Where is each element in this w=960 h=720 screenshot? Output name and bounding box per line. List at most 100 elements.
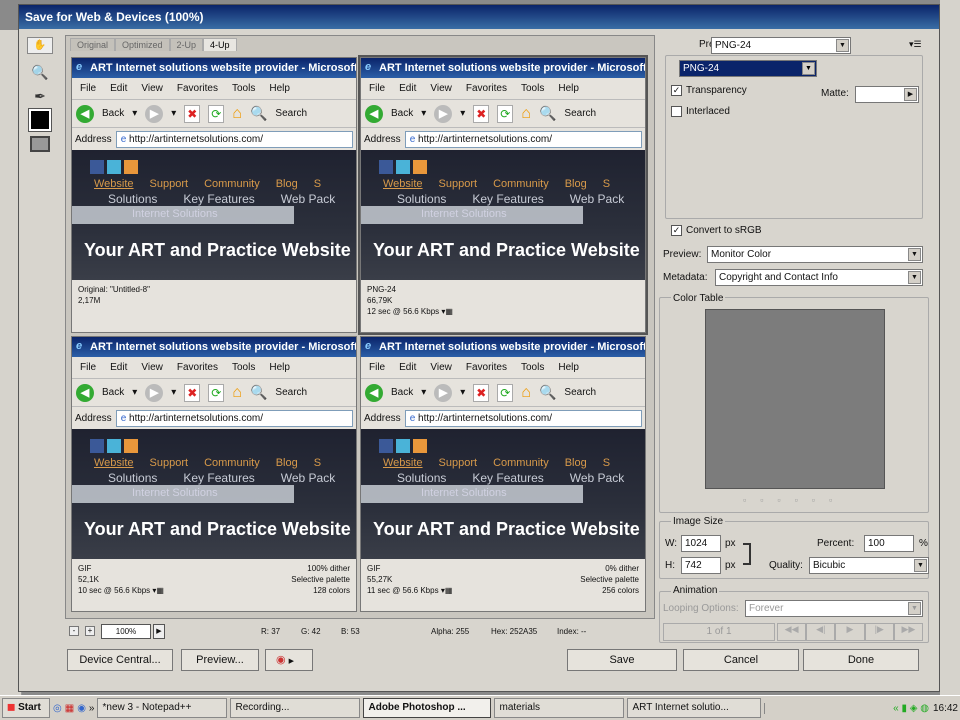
constrain-link-icon[interactable]: [743, 543, 751, 565]
transparency-checkbox[interactable]: ✓ Transparency: [671, 85, 747, 96]
metadata-select[interactable]: Copyright and Contact Info ▼: [715, 269, 923, 286]
website-nav: Website Support Community Blog S: [383, 178, 610, 190]
zoom-menu-arrow-icon[interactable]: ▶: [153, 624, 165, 639]
nav-community: Community: [493, 457, 549, 469]
menu-view: View: [430, 362, 452, 373]
play-icon[interactable]: ▶: [835, 623, 865, 641]
preview-panel-1[interactable]: ART Internet solutions website provider …: [71, 57, 357, 333]
taskbar-item-ie[interactable]: ART Internet solutio...: [627, 698, 762, 718]
website-preview: Internet Solutions Website Support Commu…: [361, 150, 645, 280]
tray-icons[interactable]: « ▮ ◈ ◍: [893, 703, 929, 714]
animation-label: Animation: [671, 585, 720, 596]
address-label: Address: [75, 412, 112, 424]
preview-select[interactable]: Monitor Color ▼: [707, 246, 923, 263]
percent-input[interactable]: 100: [864, 535, 914, 552]
download-menu-icon[interactable]: ▾▦: [152, 586, 164, 595]
back-label: Back: [102, 108, 125, 119]
zoom-out-button[interactable]: -: [69, 626, 79, 636]
index-value: Index: --: [557, 627, 587, 636]
optimize-menu-icon[interactable]: ▾☰: [909, 39, 922, 50]
download-menu-icon[interactable]: ▾▦: [441, 586, 453, 595]
social-icons: [90, 439, 138, 453]
browser-select[interactable]: ◉ ▶: [265, 649, 313, 671]
interlaced-label: Interlaced: [686, 106, 730, 118]
more-icon[interactable]: »: [89, 703, 95, 714]
last-frame-icon[interactable]: ▶▶: [893, 623, 924, 641]
eyedropper-color-swatch[interactable]: [27, 108, 53, 132]
toggle-slices-icon[interactable]: [27, 133, 53, 155]
height-input[interactable]: 742: [681, 557, 721, 574]
search-label: Search: [564, 387, 597, 398]
preset-select[interactable]: PNG-24 ▼: [711, 37, 851, 54]
tab-4-up[interactable]: 4-Up: [203, 38, 237, 51]
nav-more: S: [313, 457, 322, 469]
url-field: e http://artinternetsolutions.com/: [115, 409, 353, 427]
zoom-tool-icon[interactable]: 🔍: [27, 61, 53, 83]
width-input[interactable]: 1024: [681, 535, 721, 552]
done-button[interactable]: Done: [803, 649, 919, 671]
stop-icon: ✖: [184, 104, 201, 123]
menu-help: Help: [269, 362, 290, 373]
ie-quicklaunch-icon[interactable]: ◎: [53, 703, 62, 714]
sub-webpack: Web Pack: [280, 192, 336, 206]
preview-panel-3[interactable]: ART Internet solutions website provider …: [71, 336, 357, 612]
next-frame-icon[interactable]: |▶: [864, 623, 894, 641]
menu-file: File: [369, 83, 386, 94]
nav-blog: Blog: [564, 178, 587, 190]
percent-unit: %: [919, 538, 928, 549]
view-tabs: Original Optimized 2-Up 4-Up: [70, 38, 237, 51]
photoshop-panels: [940, 0, 960, 695]
taskbar-item-recording[interactable]: Recording...: [230, 698, 361, 718]
address-label: Address: [75, 133, 112, 145]
convert-srgb-checkbox[interactable]: ✓ Convert to sRGB: [671, 225, 762, 236]
website-hero: Your ART and Practice Website: [84, 519, 351, 539]
website-preview: Internet Solutions Website Support Commu…: [72, 150, 356, 280]
tab-2-up[interactable]: 2-Up: [169, 38, 204, 51]
sub-features: Key Features: [472, 471, 544, 485]
interlaced-checkbox[interactable]: Interlaced: [671, 106, 730, 117]
zoom-level-field[interactable]: 100%: [101, 624, 151, 639]
menu-edit: Edit: [110, 362, 128, 373]
prev-frame-icon[interactable]: ◀|: [806, 623, 836, 641]
hand-tool-icon[interactable]: ✋: [27, 37, 53, 54]
matte-select[interactable]: ▶: [855, 86, 919, 103]
color-table-actions-icon[interactable]: ▫▫▫▫▫▫: [743, 495, 846, 505]
flag-quicklaunch-icon[interactable]: ▦: [65, 703, 74, 714]
nav-blog: Blog: [275, 457, 298, 469]
eyedropper-tool-icon[interactable]: ✒: [27, 85, 53, 107]
menu-tools: Tools: [231, 83, 256, 94]
zoom-in-button[interactable]: +: [85, 626, 95, 636]
quality-select[interactable]: Bicubic ▼: [809, 557, 929, 574]
tab-original[interactable]: Original: [70, 38, 116, 51]
address-bar: Address e http://artinternetsolutions.co…: [72, 128, 356, 150]
refresh-icon: ⟳: [497, 104, 514, 123]
taskbar-item-notepad[interactable]: *new 3 - Notepad++: [97, 698, 228, 718]
browser-menu: File Edit View Favorites Tools Help: [72, 78, 356, 100]
format-value: PNG-24: [683, 63, 720, 74]
tab-optimized[interactable]: Optimized: [115, 38, 170, 51]
browser-title: ART Internet solutions website provider …: [72, 337, 356, 357]
chevron-down-icon: ▼: [908, 248, 921, 261]
device-central-button[interactable]: Device Central...: [67, 649, 173, 671]
explorer-quicklaunch-icon[interactable]: ◉: [77, 703, 86, 714]
menu-tools: Tools: [520, 362, 545, 373]
preview-button[interactable]: Preview...: [181, 649, 259, 671]
looping-select[interactable]: Forever ▼: [745, 600, 923, 617]
address-label: Address: [364, 133, 401, 145]
frame-counter: 1 of 1: [663, 623, 775, 641]
preview-panel-4[interactable]: ART Internet solutions website provider …: [360, 336, 646, 612]
search-icon: 🔍: [538, 384, 557, 400]
start-button[interactable]: ◼ Start: [2, 698, 50, 718]
taskbar-item-materials[interactable]: materials: [494, 698, 625, 718]
preview-panel-2[interactable]: ART Internet solutions website provider …: [358, 55, 648, 335]
nav-support: Support: [438, 178, 478, 190]
search-icon: 🔍: [538, 105, 557, 121]
taskbar-item-photoshop[interactable]: Adobe Photoshop ...: [363, 698, 492, 718]
looping-label: Looping Options:: [663, 603, 739, 614]
width-label: W:: [665, 538, 678, 549]
first-frame-icon[interactable]: ◀◀: [777, 623, 807, 641]
format-select[interactable]: PNG-24 ▼: [679, 60, 817, 77]
download-menu-icon[interactable]: ▾▦: [441, 307, 453, 316]
cancel-button[interactable]: Cancel: [683, 649, 799, 671]
save-button[interactable]: Save: [567, 649, 677, 671]
